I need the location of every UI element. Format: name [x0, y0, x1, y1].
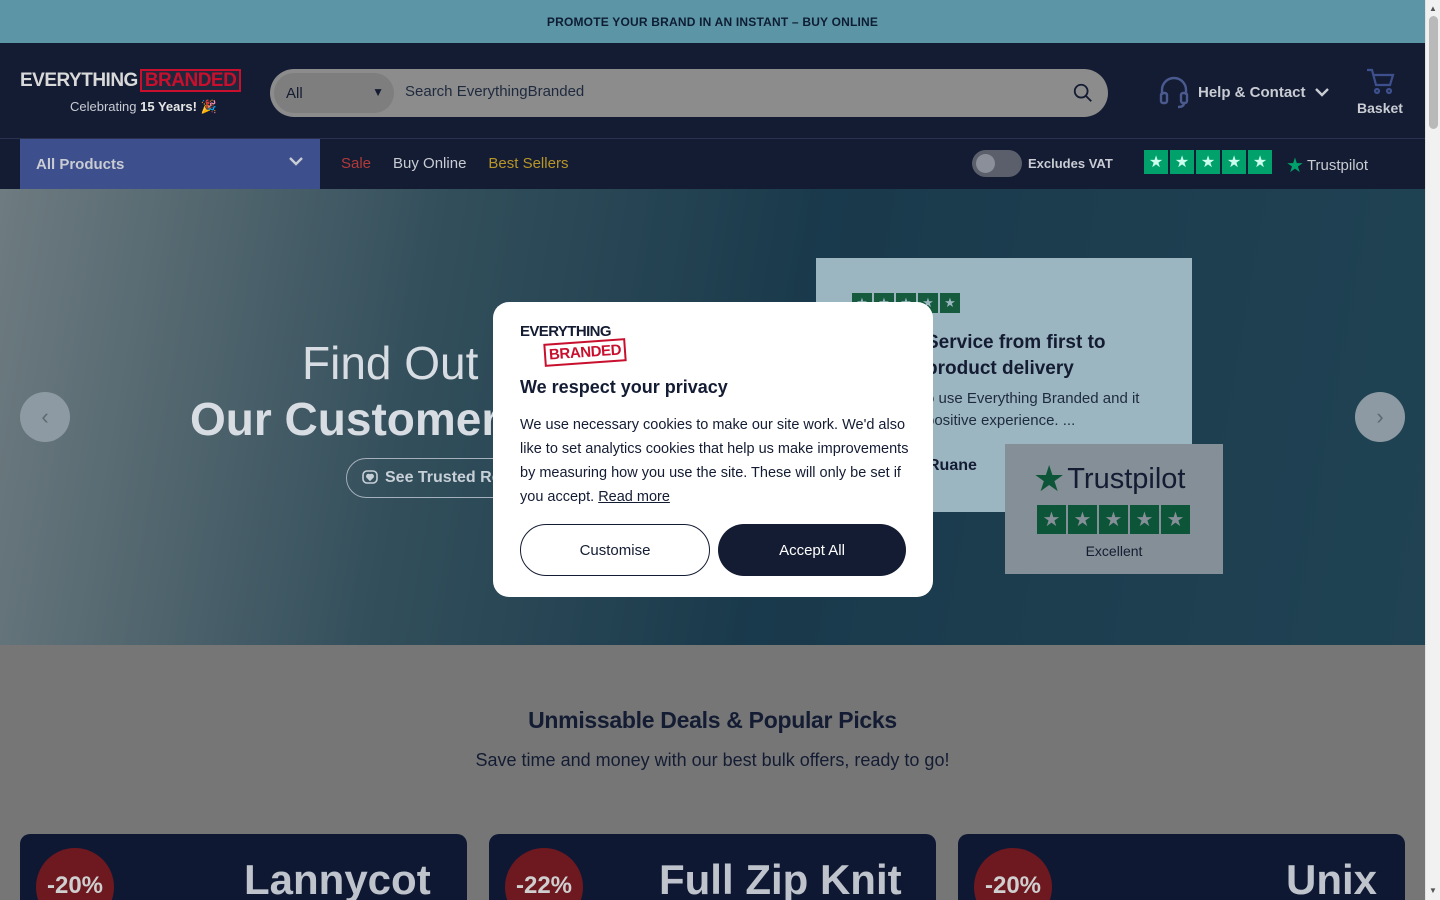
star-icon: ★: [1068, 505, 1097, 534]
basket-label: Basket: [1357, 100, 1403, 116]
modal-text: We use necessary cookies to make our sit…: [520, 413, 910, 509]
review-author: Ruane: [928, 457, 977, 474]
star-icon: ★: [1196, 150, 1220, 174]
basket-button[interactable]: Basket: [1355, 67, 1405, 116]
see-reviews-label: See Trusted Rev: [385, 469, 510, 486]
chevron-down-icon: ▼: [372, 85, 384, 99]
discount-badge: -22%: [505, 848, 583, 900]
carousel-next-button[interactable]: ›: [1355, 392, 1405, 442]
search-input[interactable]: Search EverythingBranded: [405, 83, 584, 100]
vat-toggle-group: Excludes VAT: [972, 150, 1113, 177]
star-icon: ★: [1099, 505, 1128, 534]
search-category-value: All: [286, 84, 303, 102]
star-icon: ★: [1130, 505, 1159, 534]
trustpilot-badge-stars: ★ ★ ★ ★ ★: [1037, 505, 1190, 534]
search-category-select[interactable]: All ▼: [274, 73, 394, 113]
deals-title: Unmissable Deals & Popular Picks: [528, 707, 897, 733]
accept-all-button[interactable]: Accept All: [718, 524, 906, 576]
chevron-left-icon: ‹: [41, 404, 49, 429]
review-body: o use Everything Branded and it positive…: [926, 390, 1140, 429]
logo-part1: EVERYTHING: [20, 69, 138, 91]
star-icon: ★: [940, 293, 960, 313]
vat-label: Excludes VAT: [1028, 156, 1113, 171]
modal-body-text: We use necessary cookies to make our sit…: [520, 417, 909, 505]
modal-logo-part2: BRANDED: [543, 338, 627, 367]
scrollbar-thumb[interactable]: [1429, 16, 1438, 129]
logo-part2: BRANDED: [139, 69, 242, 92]
chevron-down-icon: [289, 157, 303, 166]
trustpilot-badge-logo: ★ Trustpilot: [1033, 458, 1185, 500]
trustpilot-star-icon: ★: [1033, 458, 1066, 499]
all-products-dropdown[interactable]: All Products: [20, 139, 320, 189]
logo-wordmark[interactable]: EVERYTHING BRANDED: [20, 69, 242, 92]
deal-name: Lannycot: [244, 856, 431, 900]
deal-card[interactable]: -20% Unix: [958, 834, 1405, 900]
discount-badge: -20%: [36, 848, 114, 900]
nav-links: Sale Buy Online Best Sellers: [341, 155, 568, 172]
trustpilot-rating-label: Excellent: [1085, 543, 1143, 559]
deal-card[interactable]: -22% Full Zip Knit: [489, 834, 936, 900]
main-nav: All Products Sale Buy Online Best Seller…: [0, 138, 1425, 189]
chevron-down-icon: [1314, 88, 1329, 97]
chevron-right-icon: ›: [1376, 404, 1384, 429]
discount-badge: -20%: [974, 848, 1052, 900]
deal-name: Full Zip Knit: [659, 856, 902, 900]
trustpilot-badge-label: Trustpilot: [1067, 462, 1186, 495]
headset-icon: [1159, 76, 1189, 109]
modal-title: We respect your privacy: [520, 377, 728, 397]
trustpilot-stars[interactable]: ★ ★ ★ ★ ★: [1144, 150, 1272, 174]
review-title: Service from first to product delivery: [926, 332, 1106, 379]
trustpilot-label: Trustpilot: [1306, 157, 1369, 174]
tagline-years: 15 Years!: [140, 99, 197, 114]
nav-link-best-sellers[interactable]: Best Sellers: [488, 155, 568, 172]
hero-title-line2: Our Customer: [190, 393, 500, 445]
read-more-link[interactable]: Read more: [598, 489, 670, 505]
help-contact-label: Help & Contact: [1198, 83, 1306, 101]
tagline-prefix: Celebrating: [70, 99, 141, 114]
promo-text[interactable]: PROMOTE YOUR BRAND IN AN INSTANT – BUY O…: [547, 15, 878, 29]
trustpilot-star-icon: ★: [1286, 155, 1304, 177]
hero-title-line1: Find Out: [302, 337, 479, 389]
modal-logo: EVERYTHING BRANDED: [520, 323, 627, 367]
deal-card[interactable]: -20% Lannycot: [20, 834, 467, 900]
carousel-prev-button[interactable]: ‹: [20, 392, 70, 442]
nav-link-buy-online[interactable]: Buy Online: [393, 155, 466, 172]
star-icon: ★: [1037, 505, 1066, 534]
page: PROMOTE YOUR BRAND IN AN INSTANT – BUY O…: [0, 0, 1425, 900]
customise-button[interactable]: Customise: [520, 524, 710, 576]
promo-bar[interactable]: PROMOTE YOUR BRAND IN AN INSTANT – BUY O…: [0, 0, 1425, 43]
help-contact-menu[interactable]: Help & Contact: [1158, 75, 1330, 109]
half-star-icon: ★: [1161, 505, 1190, 534]
star-icon: ★: [1144, 150, 1168, 174]
deals-section: Unmissable Deals & Popular Picks Save ti…: [0, 645, 1425, 900]
nav-link-sale[interactable]: Sale: [341, 155, 371, 172]
search-icon[interactable]: [1072, 82, 1094, 104]
cookie-consent-modal: EVERYTHING BRANDED We respect your priva…: [493, 302, 933, 597]
cart-icon: [1367, 68, 1395, 95]
star-icon: ★: [1170, 150, 1194, 174]
scroll-up-icon[interactable]: ▲: [1429, 4, 1437, 13]
deal-name: Unix: [1286, 856, 1378, 900]
search-bar: All ▼ Search EverythingBranded: [270, 69, 1108, 117]
vat-toggle[interactable]: [972, 150, 1022, 177]
logo-tagline: Celebrating 15 Years! 🎉: [70, 99, 217, 115]
shield-heart-icon: [362, 470, 378, 484]
trustpilot-badge: ★ Trustpilot ★ ★ ★ ★ ★ Excellent: [1005, 444, 1223, 574]
trustpilot-logo[interactable]: ★ Trustpilot: [1286, 153, 1368, 178]
modal-logo-part1: EVERYTHING: [520, 323, 612, 340]
logo[interactable]: EVERYTHING BRANDED Celebrating 15 Years!…: [20, 69, 242, 114]
deals-subtitle: Save time and money with our best bulk o…: [475, 750, 950, 770]
hero-title: Find Out Our Customer: [190, 335, 499, 447]
all-products-label: All Products: [36, 155, 125, 173]
page-scrollbar[interactable]: ▲ ▼: [1425, 0, 1440, 900]
scroll-down-icon[interactable]: ▼: [1429, 886, 1437, 895]
star-icon: ★: [1248, 150, 1272, 174]
star-icon: ★: [1222, 150, 1246, 174]
site-header: EVERYTHING BRANDED Celebrating 15 Years!…: [0, 43, 1425, 138]
party-icon: 🎉: [196, 99, 217, 114]
